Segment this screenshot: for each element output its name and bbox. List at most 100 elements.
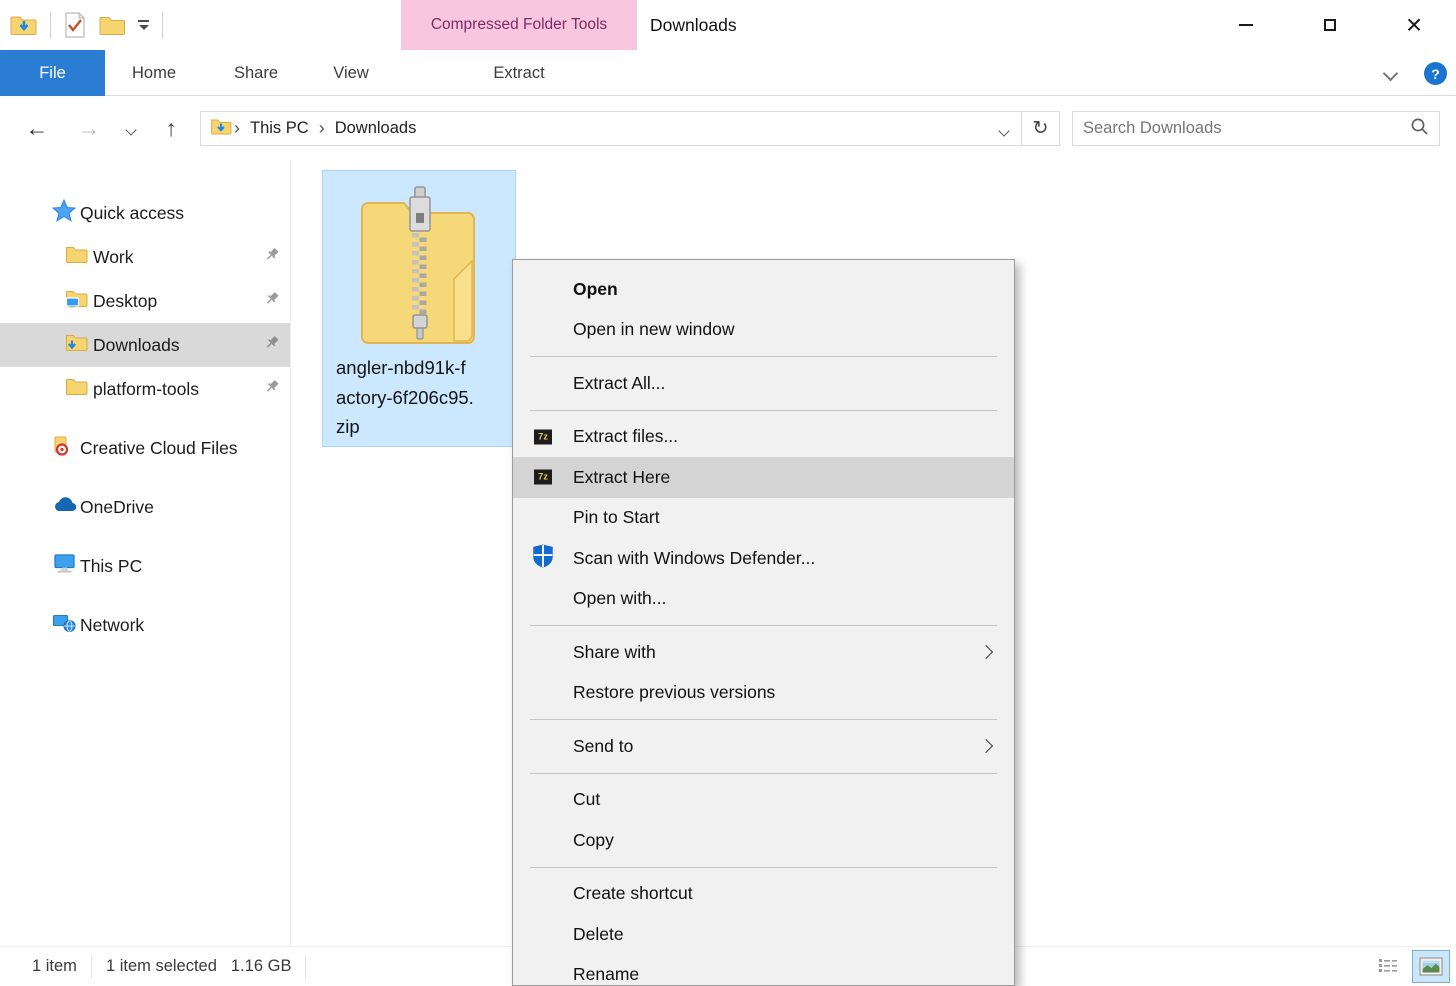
7-zip-icon: 7z [534,470,552,485]
search-icon[interactable] [1410,117,1429,141]
menu-item-extract-here[interactable]: 7z Extract Here [513,457,1014,498]
forward-arrow-icon: → [78,115,101,142]
minimize-ribbon-chevron-icon[interactable] [1383,66,1399,82]
back-button[interactable]: ← [20,97,54,160]
details-view-icon [1377,957,1399,977]
menu-item-extract-all[interactable]: Extract All... [513,363,1014,404]
minimize-icon [1239,24,1253,26]
pin-icon [264,335,280,356]
tab-extract[interactable]: Extract [401,50,637,96]
thumbnail-view-button[interactable] [1412,950,1450,983]
7-zip-icon: 7z [534,429,552,444]
tab-file[interactable]: File [0,50,105,96]
sidebar-item-quick-access[interactable]: Quick access [0,191,290,235]
menu-separator [530,867,997,868]
up-button[interactable]: ↑ [154,97,188,160]
submenu-arrow-icon [979,645,993,659]
menu-separator [530,625,997,626]
navigation-bar: ← → ↑ › This PC › Downloads ↻ [0,97,1456,160]
breadcrumb-downloads[interactable]: Downloads [327,112,425,145]
view-switcher [1369,950,1450,983]
details-view-button[interactable] [1369,950,1407,983]
forward-button[interactable]: → [72,97,106,160]
contextual-tab-compressed-folder-tools[interactable]: Compressed Folder Tools [401,0,637,50]
quick-access-toolbar [10,0,163,50]
toolbar-separator [50,12,51,38]
file-item-zip[interactable]: angler-nbd91k-f actory-6f206c95. zip [322,170,516,447]
tab-share[interactable]: Share [212,50,300,96]
address-dropdown-chevron-icon[interactable] [998,125,1009,136]
menu-item-cut[interactable]: Cut [513,780,1014,821]
menu-item-delete[interactable]: Delete [513,914,1014,955]
maximize-icon [1324,19,1336,31]
folder-icon [65,377,88,402]
menu-item-restore-previous-versions[interactable]: Restore previous versions [513,673,1014,714]
menu-item-open-with[interactable]: Open with... [513,579,1014,620]
menu-item-copy[interactable]: Copy [513,820,1014,861]
menu-item-open-in-new-window[interactable]: Open in new window [513,310,1014,351]
toolbar-separator [162,12,163,38]
sidebar-item-this-pc[interactable]: This PC [0,544,290,588]
refresh-icon: ↻ [1033,117,1049,140]
menu-item-create-shortcut[interactable]: Create shortcut [513,874,1014,915]
downloads-folder-icon[interactable] [10,13,37,37]
menu-item-pin-to-start[interactable]: Pin to Start [513,498,1014,539]
sidebar-item-onedrive[interactable]: OneDrive [0,485,290,529]
menu-item-send-to[interactable]: Send to [513,726,1014,767]
downloads-folder-icon [65,333,88,358]
recent-locations-chevron-icon[interactable] [125,124,136,135]
tab-view[interactable]: View [307,50,395,96]
selection-size: 1.16 GB [231,957,292,976]
close-icon: × [1406,11,1422,39]
help-icon: ? [1431,66,1440,82]
pin-icon [264,247,280,268]
menu-item-rename[interactable]: Rename [513,955,1014,986]
menu-item-scan-with-windows-defender[interactable]: Scan with Windows Defender... [513,538,1014,579]
breadcrumb-separator: › [232,118,242,139]
menu-item-extract-files[interactable]: 7z Extract files... [513,417,1014,458]
navigation-pane: Quick access Work Desktop [0,160,291,946]
customize-toolbar-dropdown-icon[interactable] [138,20,149,30]
menu-item-open[interactable]: Open [513,269,1014,310]
search-input[interactable] [1083,119,1410,138]
folder-icon [65,245,88,270]
minimize-button[interactable] [1204,0,1288,50]
title-bar: Compressed Folder Tools Downloads × [0,0,1456,50]
tab-home[interactable]: Home [110,50,198,96]
sidebar-item-work[interactable]: Work [0,235,290,279]
maximize-button[interactable] [1288,0,1372,50]
windows-defender-icon [530,543,556,574]
status-divider [91,956,92,978]
up-arrow-icon: ↑ [165,115,177,142]
pin-icon [264,379,280,400]
menu-separator [530,410,997,411]
submenu-arrow-icon [979,739,993,753]
menu-separator [530,773,997,774]
search-box [1072,111,1440,146]
ribbon-tab-row: File Home Share View Extract ? [0,50,1456,96]
sidebar-item-platform-tools[interactable]: platform-tools [0,367,290,411]
zip-file-icon [358,183,480,349]
desktop-folder-icon [65,289,88,314]
refresh-button[interactable]: ↻ [1021,111,1060,146]
window-controls: × [1204,0,1456,50]
sidebar-item-desktop[interactable]: Desktop [0,279,290,323]
sidebar-item-network[interactable]: Network [0,603,290,647]
back-arrow-icon: ← [26,115,49,142]
breadcrumb-this-pc[interactable]: This PC [242,112,317,145]
new-folder-icon[interactable] [99,14,125,37]
pin-icon [264,291,280,312]
computer-icon [52,553,77,580]
menu-separator [530,719,997,720]
onedrive-cloud-icon [52,496,78,519]
creative-cloud-folder-icon [52,435,75,461]
menu-item-share-with[interactable]: Share with [513,632,1014,673]
properties-icon[interactable] [64,12,86,38]
sidebar-item-creative-cloud-files[interactable]: Creative Cloud Files [0,426,290,470]
close-button[interactable]: × [1372,0,1456,50]
window-title: Downloads [650,0,737,50]
menu-separator [530,356,997,357]
address-bar[interactable]: › This PC › Downloads [200,111,1022,146]
help-button[interactable]: ? [1424,62,1447,85]
sidebar-item-downloads[interactable]: Downloads [0,323,290,367]
